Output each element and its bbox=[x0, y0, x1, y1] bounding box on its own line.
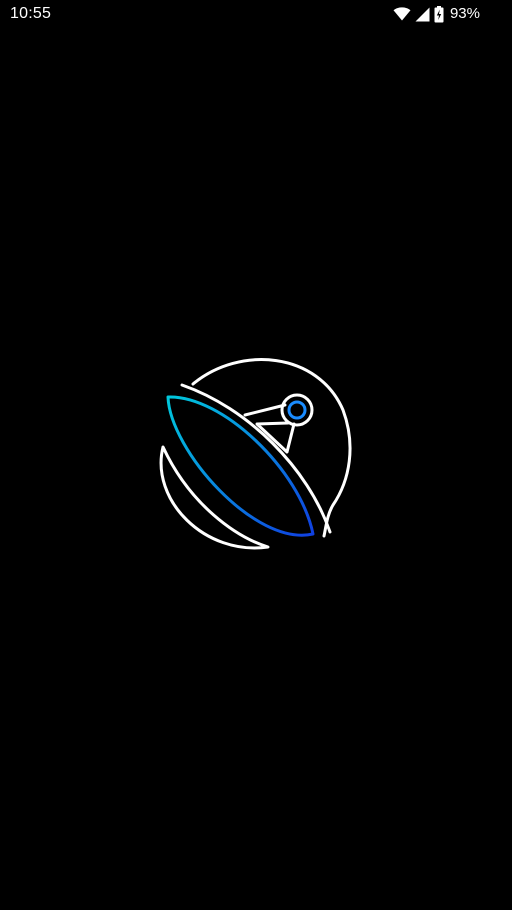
battery-percentage: 93% bbox=[449, 5, 480, 22]
status-bar: 10:55 93% bbox=[0, 0, 512, 28]
battery-charging-icon bbox=[434, 5, 444, 23]
app-logo bbox=[150, 345, 362, 560]
status-icons: 93% bbox=[393, 4, 480, 24]
cellular-signal-icon bbox=[415, 7, 430, 22]
splash-screen: 10:55 93% bbox=[0, 0, 512, 910]
status-time: 10:55 bbox=[10, 5, 52, 22]
satellite-dish-logo-icon bbox=[159, 358, 352, 550]
wifi-icon bbox=[393, 7, 411, 21]
